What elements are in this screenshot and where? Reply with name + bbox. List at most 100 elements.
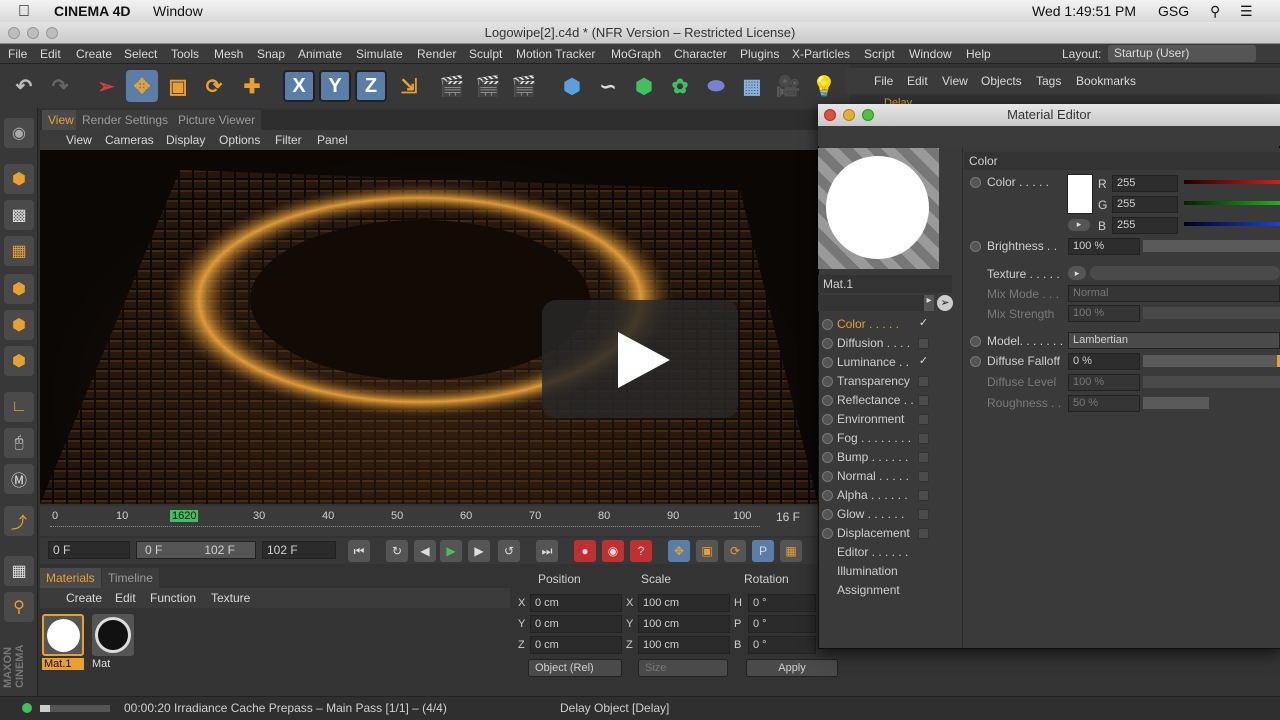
channel-checkbox[interactable] xyxy=(918,490,929,501)
minimize-button[interactable] xyxy=(27,27,39,39)
menu-x-particles[interactable]: X-Particles xyxy=(792,47,850,61)
channel-checkbox[interactable] xyxy=(918,433,929,444)
axis-icon[interactable]: ∟ xyxy=(4,392,34,422)
preview-range-slider[interactable]: 0 F 102 F xyxy=(136,541,256,559)
menu-motion-tracker[interactable]: Motion Tracker xyxy=(516,47,595,61)
close-button[interactable] xyxy=(824,109,836,121)
vp-menu-filter[interactable]: Filter xyxy=(275,133,302,147)
light-icon[interactable]: 💡 xyxy=(808,70,840,102)
green-slider[interactable] xyxy=(1184,201,1280,205)
rotation-b-field[interactable]: 0 ° xyxy=(748,636,816,654)
menu-mograph[interactable]: MoGraph xyxy=(611,47,661,61)
floor-icon[interactable]: ▦ xyxy=(736,70,768,102)
channel-checkbox[interactable] xyxy=(918,414,929,425)
channel-radio[interactable] xyxy=(822,452,833,463)
menu-sculpt[interactable]: Sculpt xyxy=(469,47,502,61)
clock[interactable]: Wed 1:49:51 PM xyxy=(1032,3,1136,19)
channel-radio[interactable] xyxy=(822,395,833,406)
rotation-p-field[interactable]: 0 ° xyxy=(748,615,816,633)
channel-radio[interactable] xyxy=(822,338,833,349)
next-key-icon[interactable]: ↺ xyxy=(498,540,520,562)
red-field[interactable]: 255 xyxy=(1112,175,1178,192)
make-editable-icon[interactable]: ◉ xyxy=(4,118,34,148)
diffuse-falloff-radio[interactable] xyxy=(970,356,981,367)
menu-file[interactable]: File xyxy=(8,47,27,61)
channel-radio[interactable] xyxy=(822,433,833,444)
channel-radio[interactable] xyxy=(822,376,833,387)
go-to-end-icon[interactable]: ⏭ xyxy=(536,540,558,562)
brightness-slider[interactable] xyxy=(1143,240,1280,252)
menu-create[interactable]: Create xyxy=(76,47,112,61)
next-frame-icon[interactable]: ▶ xyxy=(468,540,490,562)
menu-window[interactable]: Window xyxy=(909,47,952,61)
channel-label[interactable]: Bump . . . . . . xyxy=(837,450,908,464)
channel-checkbox[interactable] xyxy=(918,528,929,539)
material-name-field[interactable]: Mat.1 xyxy=(818,275,952,293)
render-picture-viewer-icon[interactable]: 🎬 xyxy=(472,70,504,102)
video-play-button[interactable] xyxy=(542,300,738,418)
user-name[interactable]: GSG xyxy=(1158,3,1189,19)
coordinate-system-icon[interactable]: ⇲ xyxy=(393,70,425,102)
model-mode-icon[interactable]: ⬢ xyxy=(4,164,34,194)
edges-mode-icon[interactable]: ⬢ xyxy=(4,310,34,340)
channel-label[interactable]: Luminance . . xyxy=(837,355,909,369)
channel-checkbox[interactable] xyxy=(918,395,929,406)
channel-checkbox[interactable] xyxy=(918,338,929,349)
channel-filter-field[interactable] xyxy=(818,295,926,311)
window-menu[interactable]: Window xyxy=(153,3,203,19)
menu-animate[interactable]: Animate xyxy=(298,47,342,61)
grid-icon[interactable]: ▦ xyxy=(4,556,34,586)
position-z-field[interactable]: 0 cm xyxy=(530,636,622,654)
y-axis-button[interactable]: Y xyxy=(319,70,351,102)
vp-menu-options[interactable]: Options xyxy=(219,133,260,147)
texture-mode-icon[interactable]: ▩ xyxy=(4,200,34,230)
brightness-radio[interactable] xyxy=(970,241,981,252)
vp-menu-view[interactable]: View xyxy=(66,133,92,147)
list-icon[interactable]: ☰ xyxy=(1240,3,1253,20)
vp-menu-cameras[interactable]: Cameras xyxy=(105,133,154,147)
position-x-field[interactable]: 0 cm xyxy=(530,594,622,612)
channel-radio[interactable] xyxy=(822,528,833,539)
render-settings-icon[interactable]: 🎬 xyxy=(508,70,540,102)
menu-plugins[interactable]: Plugins xyxy=(740,47,779,61)
sculpt-icon[interactable]: ⚲ xyxy=(4,592,34,622)
end-frame-field[interactable]: 102 F xyxy=(262,541,336,559)
channel-checkbox[interactable] xyxy=(918,452,929,463)
tab-render-settings[interactable]: Render Settings xyxy=(76,110,175,130)
scale-z-field[interactable]: 100 cm xyxy=(638,636,730,654)
undo-icon[interactable]: ↶ xyxy=(8,70,40,102)
obj-menu-view[interactable]: View xyxy=(942,74,968,88)
channel-label[interactable]: Fog . . . . . . . . xyxy=(837,431,911,445)
channel-label[interactable]: Color . . . . . xyxy=(837,317,899,331)
assignment-link[interactable]: Assignment xyxy=(837,583,900,597)
tab-materials[interactable]: Materials xyxy=(40,568,101,588)
scale-y-field[interactable]: 100 cm xyxy=(638,615,730,633)
cursor-icon[interactable]: ➢ xyxy=(937,295,953,311)
channel-label[interactable]: Reflectance . . xyxy=(837,393,914,407)
channel-checkbox[interactable] xyxy=(918,471,929,482)
record-active-icon[interactable]: ● xyxy=(574,540,596,562)
channel-radio[interactable] xyxy=(822,490,833,501)
channel-label[interactable]: Alpha . . . . . . xyxy=(837,488,908,502)
obj-menu-file[interactable]: File xyxy=(874,74,893,88)
live-selection-icon[interactable]: ➢ xyxy=(90,70,122,102)
rotate-icon[interactable]: ⟳ xyxy=(198,70,230,102)
apple-icon[interactable]:  xyxy=(18,3,30,21)
material-thumbnail[interactable] xyxy=(42,614,84,656)
magnet-icon[interactable]: ⤴ xyxy=(4,506,34,536)
color-swatch[interactable] xyxy=(1067,174,1093,214)
mat-menu-texture[interactable]: Texture xyxy=(211,591,250,605)
material-name-mat[interactable]: Mat xyxy=(92,658,110,670)
coordinate-mode-select[interactable]: Object (Rel) xyxy=(528,659,622,677)
camera-icon[interactable]: 🎥 xyxy=(772,70,804,102)
material-thumbnail[interactable] xyxy=(92,614,134,656)
green-field[interactable]: 255 xyxy=(1112,196,1178,213)
menu-edit[interactable]: Edit xyxy=(40,47,61,61)
apply-button[interactable]: Apply xyxy=(746,659,838,677)
mat-menu-create[interactable]: Create xyxy=(66,591,102,605)
channel-checkbox[interactable]: ✓ xyxy=(918,318,929,330)
channel-radio[interactable] xyxy=(822,357,833,368)
diffuse-falloff-slider[interactable] xyxy=(1143,355,1280,367)
deformer-icon[interactable]: ⬬ xyxy=(700,70,732,102)
zoom-button[interactable] xyxy=(46,27,58,39)
